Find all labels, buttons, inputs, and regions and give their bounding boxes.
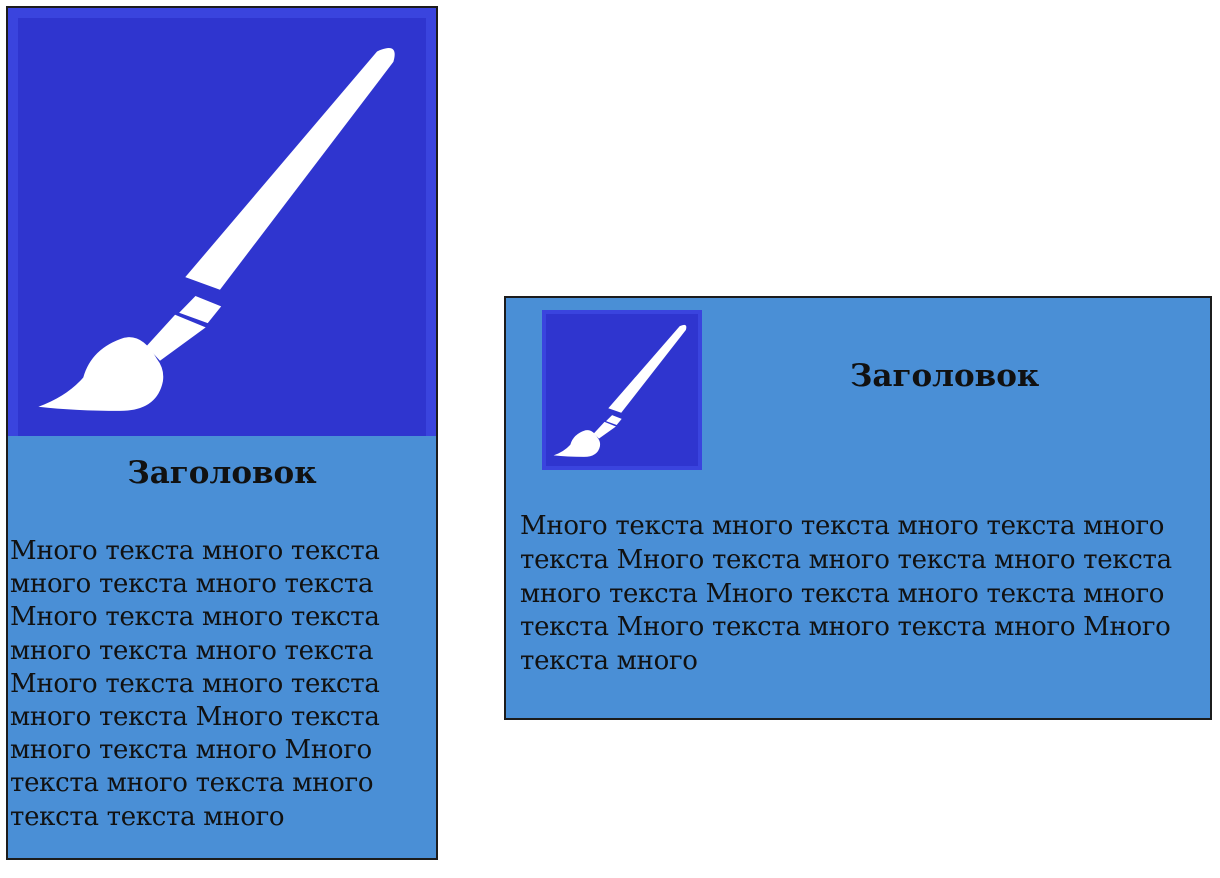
card-image: [542, 310, 702, 470]
paintbrush-icon: [38, 47, 395, 411]
card-vertical: Заголовок Много текста много текста мног…: [6, 6, 438, 860]
card-image: [8, 8, 436, 436]
card-horizontal: Заголовок Много текста много текста мног…: [504, 296, 1212, 720]
card-body-text: Много текста много текста много текста м…: [10, 536, 380, 832]
card-title: Заголовок: [127, 455, 317, 491]
card-body-text: Много текста много текста много текста м…: [520, 511, 1172, 677]
card-title: Заголовок: [850, 358, 1040, 394]
paintbrush-icon: [553, 324, 687, 457]
